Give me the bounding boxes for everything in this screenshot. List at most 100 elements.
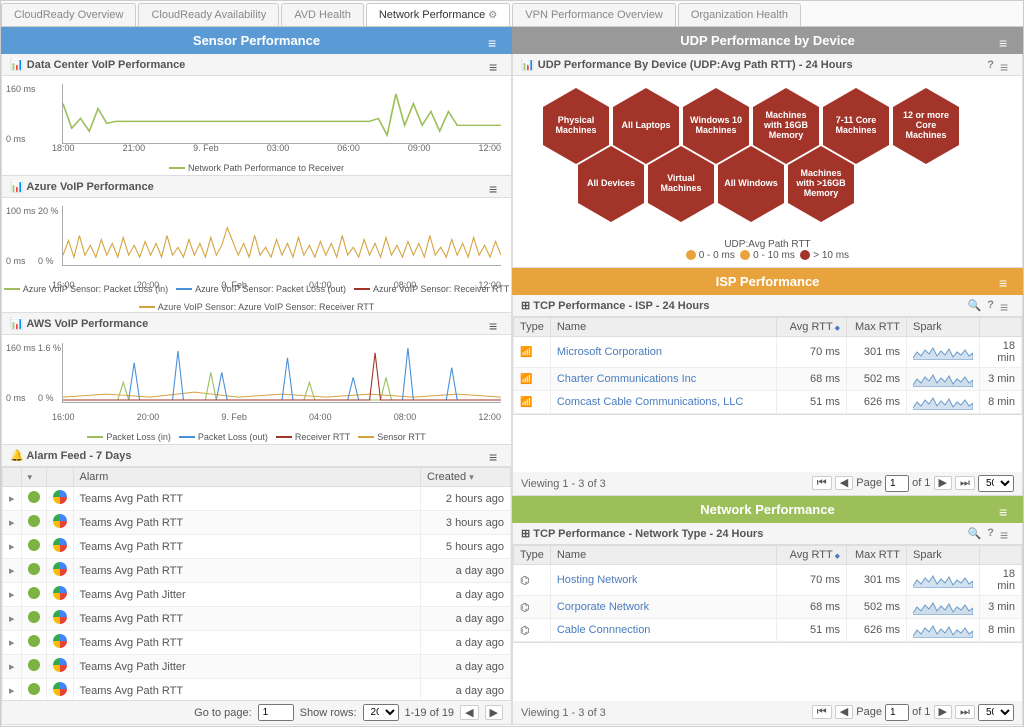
table-row[interactable]: Hosting Network70 ms301 ms18 min (514, 565, 1022, 596)
last-button[interactable]: ⏭ (955, 476, 975, 490)
table-row[interactable]: ▸Teams Avg Path Jittera day ago (3, 583, 511, 607)
alarm-table: Alarm Created ▸Teams Avg Path RTT2 hours… (2, 467, 511, 701)
tab-avd-health[interactable]: AVD Health (281, 3, 364, 26)
table-row[interactable]: Cable Connnection51 ms626 ms8 min (514, 619, 1022, 642)
expand-icon[interactable]: ▸ (3, 655, 22, 679)
tab-cloudready-availability[interactable]: CloudReady Availability (138, 3, 279, 26)
table-row[interactable]: ▸Teams Avg Path RTT2 hours ago (3, 487, 511, 511)
hex-tile[interactable]: Machines with >16GB Memory (788, 146, 854, 222)
hex-tile[interactable]: All Windows (718, 146, 784, 222)
filter-icon[interactable] (469, 471, 474, 483)
help-icon[interactable]: ? (987, 527, 994, 540)
help-icon[interactable]: ? (987, 59, 994, 71)
section-udp-perf: UDP Performance by Device (512, 27, 1023, 54)
row-name-link[interactable]: Cable Connnection (557, 624, 651, 636)
table-row[interactable]: ▸Teams Avg Path RTTa day ago (3, 679, 511, 702)
menu-icon[interactable] (999, 35, 1013, 47)
table-row[interactable]: ▸Teams Avg Path Jittera day ago (3, 655, 511, 679)
menu-icon[interactable] (489, 59, 503, 71)
expand-icon[interactable]: ▸ (3, 607, 22, 631)
first-button[interactable]: ⏮ (812, 705, 832, 719)
row-name-link[interactable]: Hosting Network (557, 574, 638, 586)
rows-select[interactable]: 50 (978, 704, 1014, 721)
expand-icon[interactable]: ▸ (3, 631, 22, 655)
spark-cell (907, 596, 980, 619)
hex-tile[interactable]: Physical Machines (543, 88, 609, 164)
page-input[interactable] (885, 475, 909, 492)
hex-tile[interactable]: All Devices (578, 146, 644, 222)
rows-select[interactable]: 50 (978, 475, 1014, 492)
menu-icon[interactable] (1000, 527, 1014, 539)
search-icon[interactable]: 🔍 (968, 299, 982, 312)
help-icon[interactable]: ? (987, 299, 994, 312)
expand-icon[interactable]: ▸ (3, 487, 22, 511)
duration: 18 min (980, 336, 1022, 367)
tab-network-performance[interactable]: Network Performance (366, 3, 510, 26)
status-dot (28, 539, 40, 551)
chart-datacenter: 160 ms0 ms 18:0021:009. Feb03:0006:0009:… (1, 76, 512, 176)
row-name-link[interactable]: Corporate Network (557, 601, 649, 613)
app-icon (53, 682, 67, 696)
app-icon (53, 634, 67, 648)
table-row[interactable]: Charter Communications Inc68 ms502 ms3 m… (514, 367, 1022, 390)
alarm-created: a day ago (421, 583, 511, 607)
menu-icon[interactable] (488, 35, 502, 47)
hex-tile[interactable]: 7-11 Core Machines (823, 88, 889, 164)
show-rows-select[interactable]: 20 (363, 704, 399, 721)
menu-icon[interactable] (1000, 299, 1014, 311)
menu-icon[interactable] (999, 275, 1013, 287)
tab-org-health[interactable]: Organization Health (678, 3, 801, 26)
expand-icon[interactable]: ▸ (3, 535, 22, 559)
last-button[interactable]: ⏭ (955, 705, 975, 719)
row-name-link[interactable]: Charter Communications Inc (557, 373, 696, 385)
menu-icon[interactable] (489, 318, 503, 330)
next-button[interactable]: ▶ (934, 705, 952, 719)
menu-icon[interactable] (999, 504, 1013, 516)
alarm-name: Teams Avg Path RTT (73, 607, 420, 631)
filter-icon[interactable] (28, 471, 33, 483)
expand-icon[interactable]: ▸ (3, 583, 22, 607)
hex-tile[interactable]: Machines with 16GB Memory (753, 88, 819, 164)
table-row[interactable]: ▸Teams Avg Path RTTa day ago (3, 631, 511, 655)
app-icon (53, 586, 67, 600)
search-icon[interactable]: 🔍 (968, 527, 982, 540)
tab-cloudready-overview[interactable]: CloudReady Overview (1, 3, 136, 26)
table-row[interactable]: Microsoft Corporation70 ms301 ms18 min (514, 336, 1022, 367)
alarm-name: Teams Avg Path RTT (73, 679, 420, 702)
app-icon (53, 514, 67, 528)
menu-icon[interactable] (489, 449, 503, 461)
alarm-table-wrap[interactable]: Alarm Created ▸Teams Avg Path RTT2 hours… (1, 467, 512, 701)
expand-icon[interactable]: ▸ (3, 511, 22, 535)
prev-button[interactable]: ◀ (835, 476, 853, 490)
gear-icon[interactable] (488, 9, 497, 21)
row-name-link[interactable]: Microsoft Corporation (557, 346, 662, 358)
table-row[interactable]: ▸Teams Avg Path RTT3 hours ago (3, 511, 511, 535)
menu-icon[interactable] (489, 181, 503, 193)
hex-tile[interactable]: Virtual Machines (648, 146, 714, 222)
expand-icon[interactable]: ▸ (3, 559, 22, 583)
menu-icon[interactable] (1000, 59, 1014, 71)
hex-tile[interactable]: Windows 10 Machines (683, 88, 749, 164)
prev-button[interactable]: ◀ (460, 705, 478, 720)
panel-datacenter-voip: 📊 Data Center VoIP Performance (1, 54, 512, 76)
table-row[interactable]: ▸Teams Avg Path RTTa day ago (3, 559, 511, 583)
first-button[interactable]: ⏮ (812, 476, 832, 490)
table-row[interactable]: Corporate Network68 ms502 ms3 min (514, 596, 1022, 619)
page-input[interactable] (885, 704, 909, 721)
status-dot (28, 587, 40, 599)
table-row[interactable]: ▸Teams Avg Path RTTa day ago (3, 607, 511, 631)
prev-button[interactable]: ◀ (835, 705, 853, 719)
goto-page-input[interactable] (258, 704, 294, 721)
next-button[interactable]: ▶ (934, 476, 952, 490)
expand-icon[interactable]: ▸ (3, 679, 22, 702)
hex-tile[interactable]: 12 or more Core Machines (893, 88, 959, 164)
spark-cell (907, 367, 980, 390)
hex-tile[interactable]: All Laptops (613, 88, 679, 164)
max-rtt: 626 ms (847, 390, 907, 413)
row-name-link[interactable]: Comcast Cable Communications, LLC (557, 396, 743, 408)
table-row[interactable]: Comcast Cable Communications, LLC51 ms62… (514, 390, 1022, 413)
table-row[interactable]: ▸Teams Avg Path RTT5 hours ago (3, 535, 511, 559)
avg-rtt: 68 ms (777, 367, 847, 390)
next-button[interactable]: ▶ (485, 705, 503, 720)
tab-vpn-performance[interactable]: VPN Performance Overview (512, 3, 676, 26)
